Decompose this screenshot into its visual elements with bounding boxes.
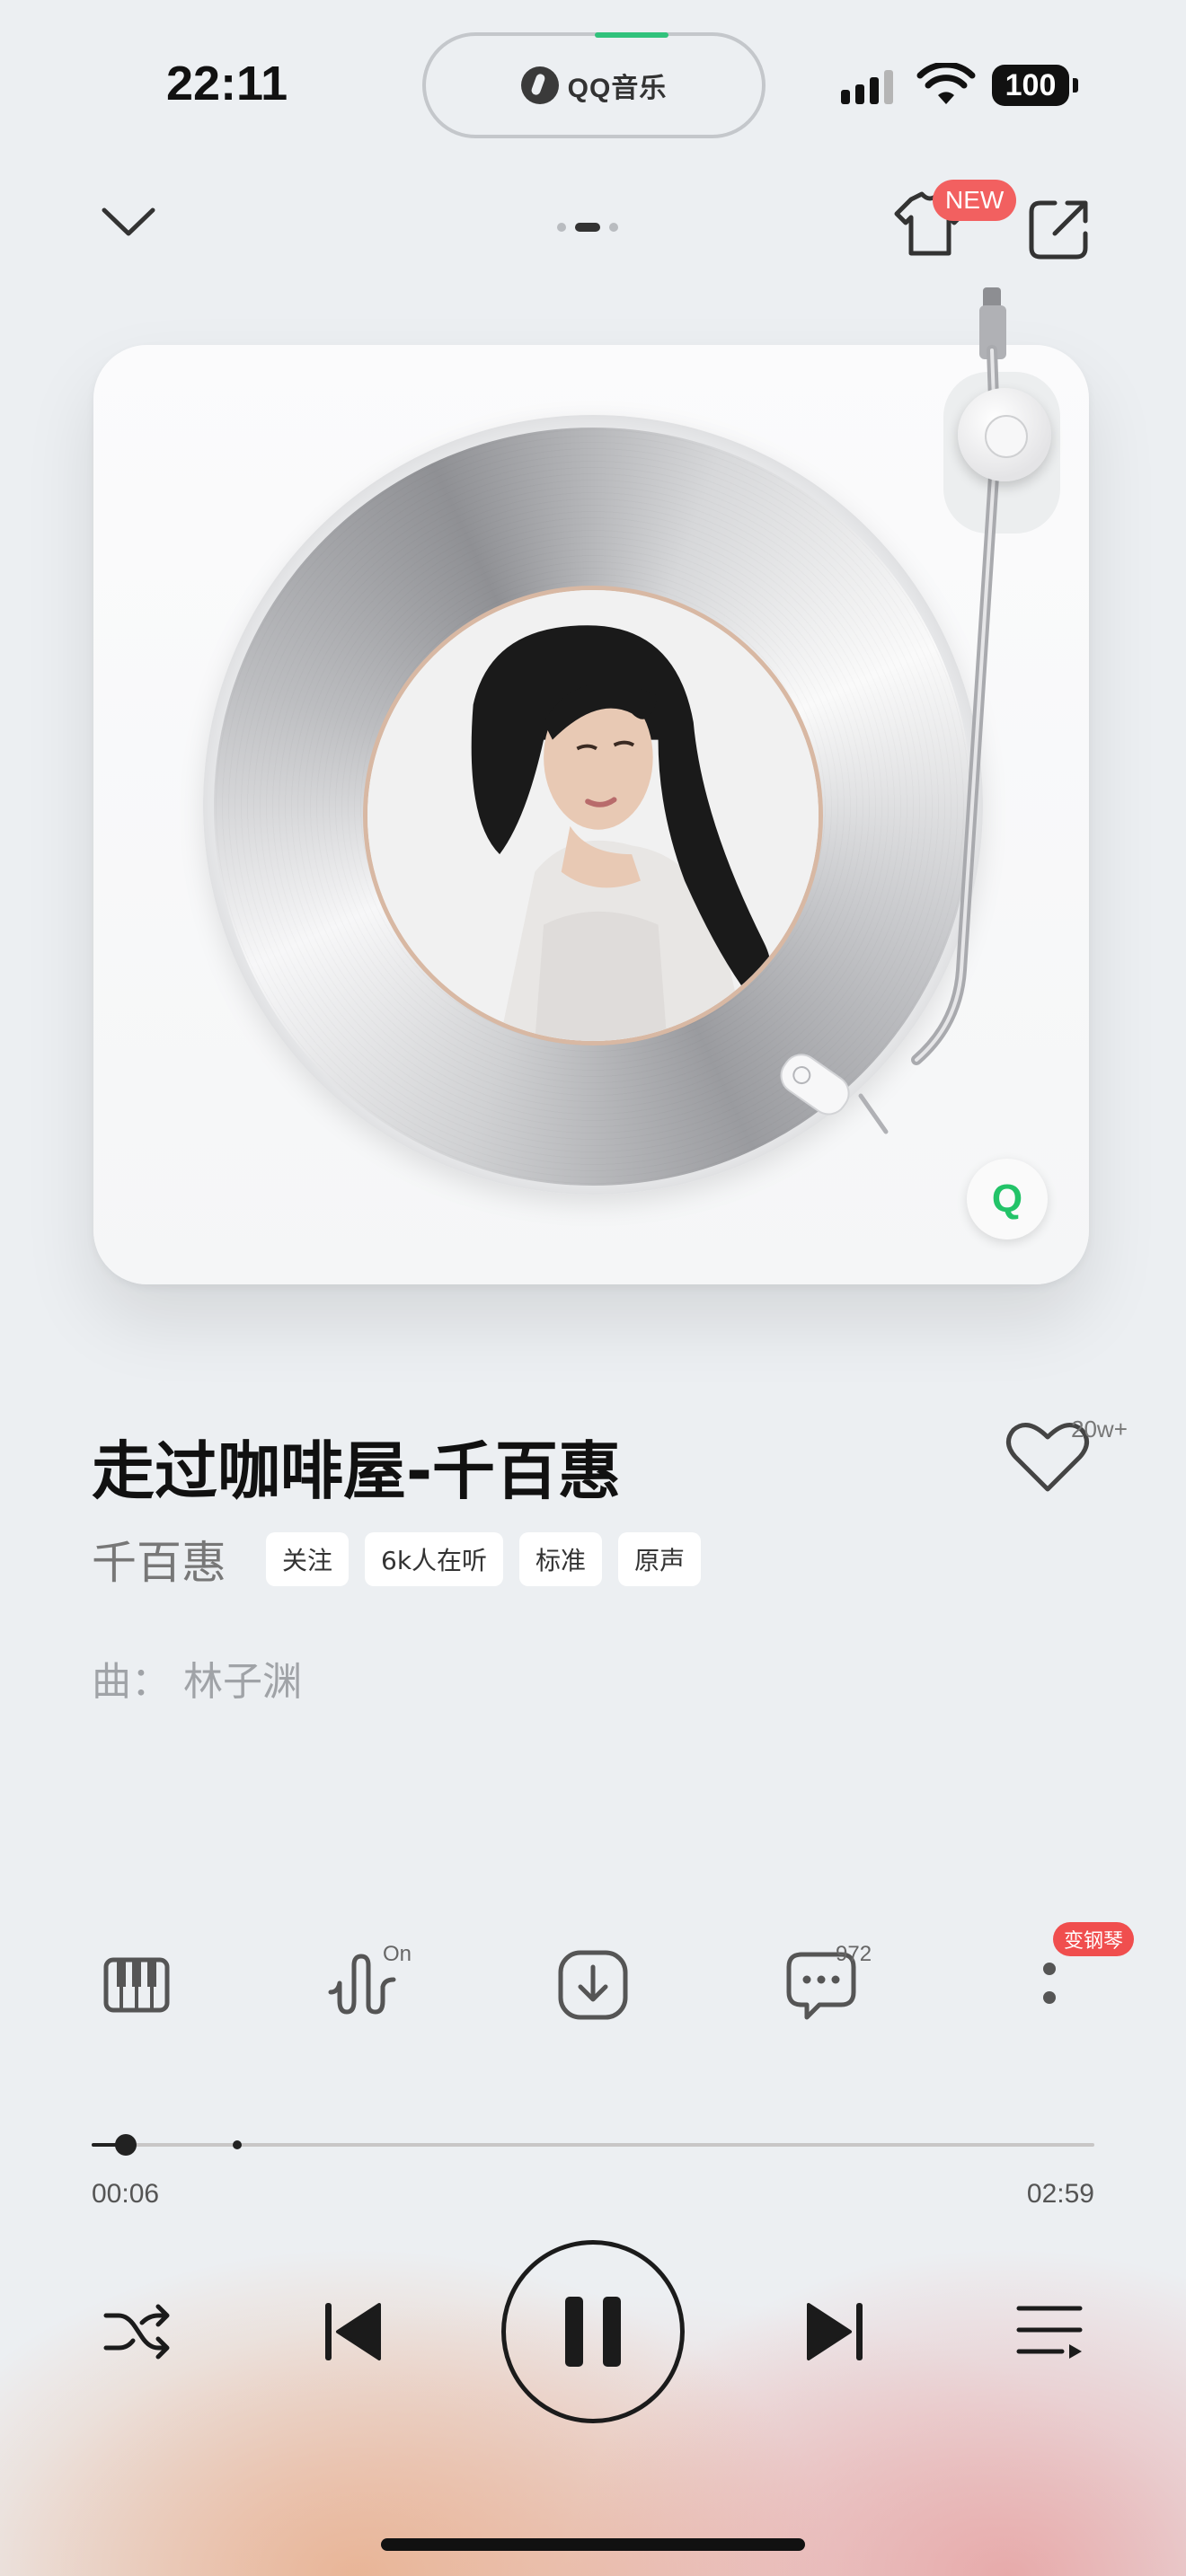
previous-icon xyxy=(325,2303,381,2360)
qq-music-logo-icon xyxy=(520,66,559,104)
new-badge: NEW xyxy=(933,180,1017,221)
total-time: 02:59 xyxy=(1026,2179,1094,2209)
next-button[interactable] xyxy=(800,2296,872,2368)
cellular-signal-icon xyxy=(841,70,893,104)
comment-count: 972 xyxy=(836,1942,872,1966)
background-glow xyxy=(0,1768,1186,2576)
dynamic-island-now-playing[interactable]: QQ音乐 xyxy=(422,32,766,138)
status-time: 22:11 xyxy=(166,57,288,110)
sound-effect-on-label: On xyxy=(383,1942,412,1966)
more-icon xyxy=(1043,1963,1056,2004)
page-indicator[interactable] xyxy=(557,223,618,232)
page-dot-active xyxy=(575,223,600,232)
previous-button[interactable] xyxy=(316,2296,388,2368)
album-cover[interactable] xyxy=(363,586,823,1045)
piano-mode-badge: 变钢琴 xyxy=(1053,1922,1135,1956)
page-dot xyxy=(609,223,618,232)
progress-knob[interactable] xyxy=(114,2134,137,2156)
follow-button[interactable]: 关注 xyxy=(266,1532,350,1586)
artist-name[interactable]: 千百惠 xyxy=(92,1527,226,1592)
tonearm-pivot xyxy=(958,388,1051,481)
island-app-name: QQ音乐 xyxy=(567,74,668,103)
progress-marker xyxy=(232,2140,242,2149)
shuffle-button[interactable] xyxy=(101,2296,173,2368)
download-button[interactable] xyxy=(555,1947,631,2023)
share-icon[interactable] xyxy=(1024,196,1093,264)
progress-slider[interactable] xyxy=(92,2134,1094,2156)
battery-indicator: 100 xyxy=(992,65,1078,106)
listeners-chip[interactable]: 6k人在听 xyxy=(365,1532,504,1586)
piano-icon xyxy=(103,1957,170,2013)
elapsed-time: 00:06 xyxy=(92,2179,160,2209)
version-chip[interactable]: 原声 xyxy=(618,1532,702,1586)
island-progress-bar xyxy=(595,32,668,38)
shuffle-icon xyxy=(103,2304,170,2360)
page-dot xyxy=(557,223,566,232)
download-icon xyxy=(558,1950,628,2020)
playlist-icon xyxy=(1016,2306,1083,2359)
piano-button[interactable] xyxy=(99,1947,174,2023)
quality-chip[interactable]: 标准 xyxy=(519,1532,603,1586)
song-title: 走过咖啡屋-千百惠 xyxy=(92,1434,622,1508)
play-pause-button[interactable] xyxy=(501,2240,685,2423)
more-button[interactable] xyxy=(1012,1947,1087,2023)
like-count: 20w+ xyxy=(1071,1416,1128,1442)
qq-music-q-logo[interactable]: Q xyxy=(967,1159,1048,1239)
playlist-button[interactable] xyxy=(1013,2296,1085,2368)
home-indicator[interactable] xyxy=(381,2538,805,2551)
next-icon xyxy=(807,2303,863,2360)
wifi-icon xyxy=(916,63,976,104)
album-cover-image xyxy=(367,590,819,1041)
chevron-down-icon[interactable] xyxy=(99,199,158,244)
artist-row: 千百惠 关注 6k人在听 标准 原声 xyxy=(92,1527,702,1592)
pause-icon xyxy=(565,2297,621,2367)
composer-credit: 曲： 林子渊 xyxy=(92,1659,302,1705)
